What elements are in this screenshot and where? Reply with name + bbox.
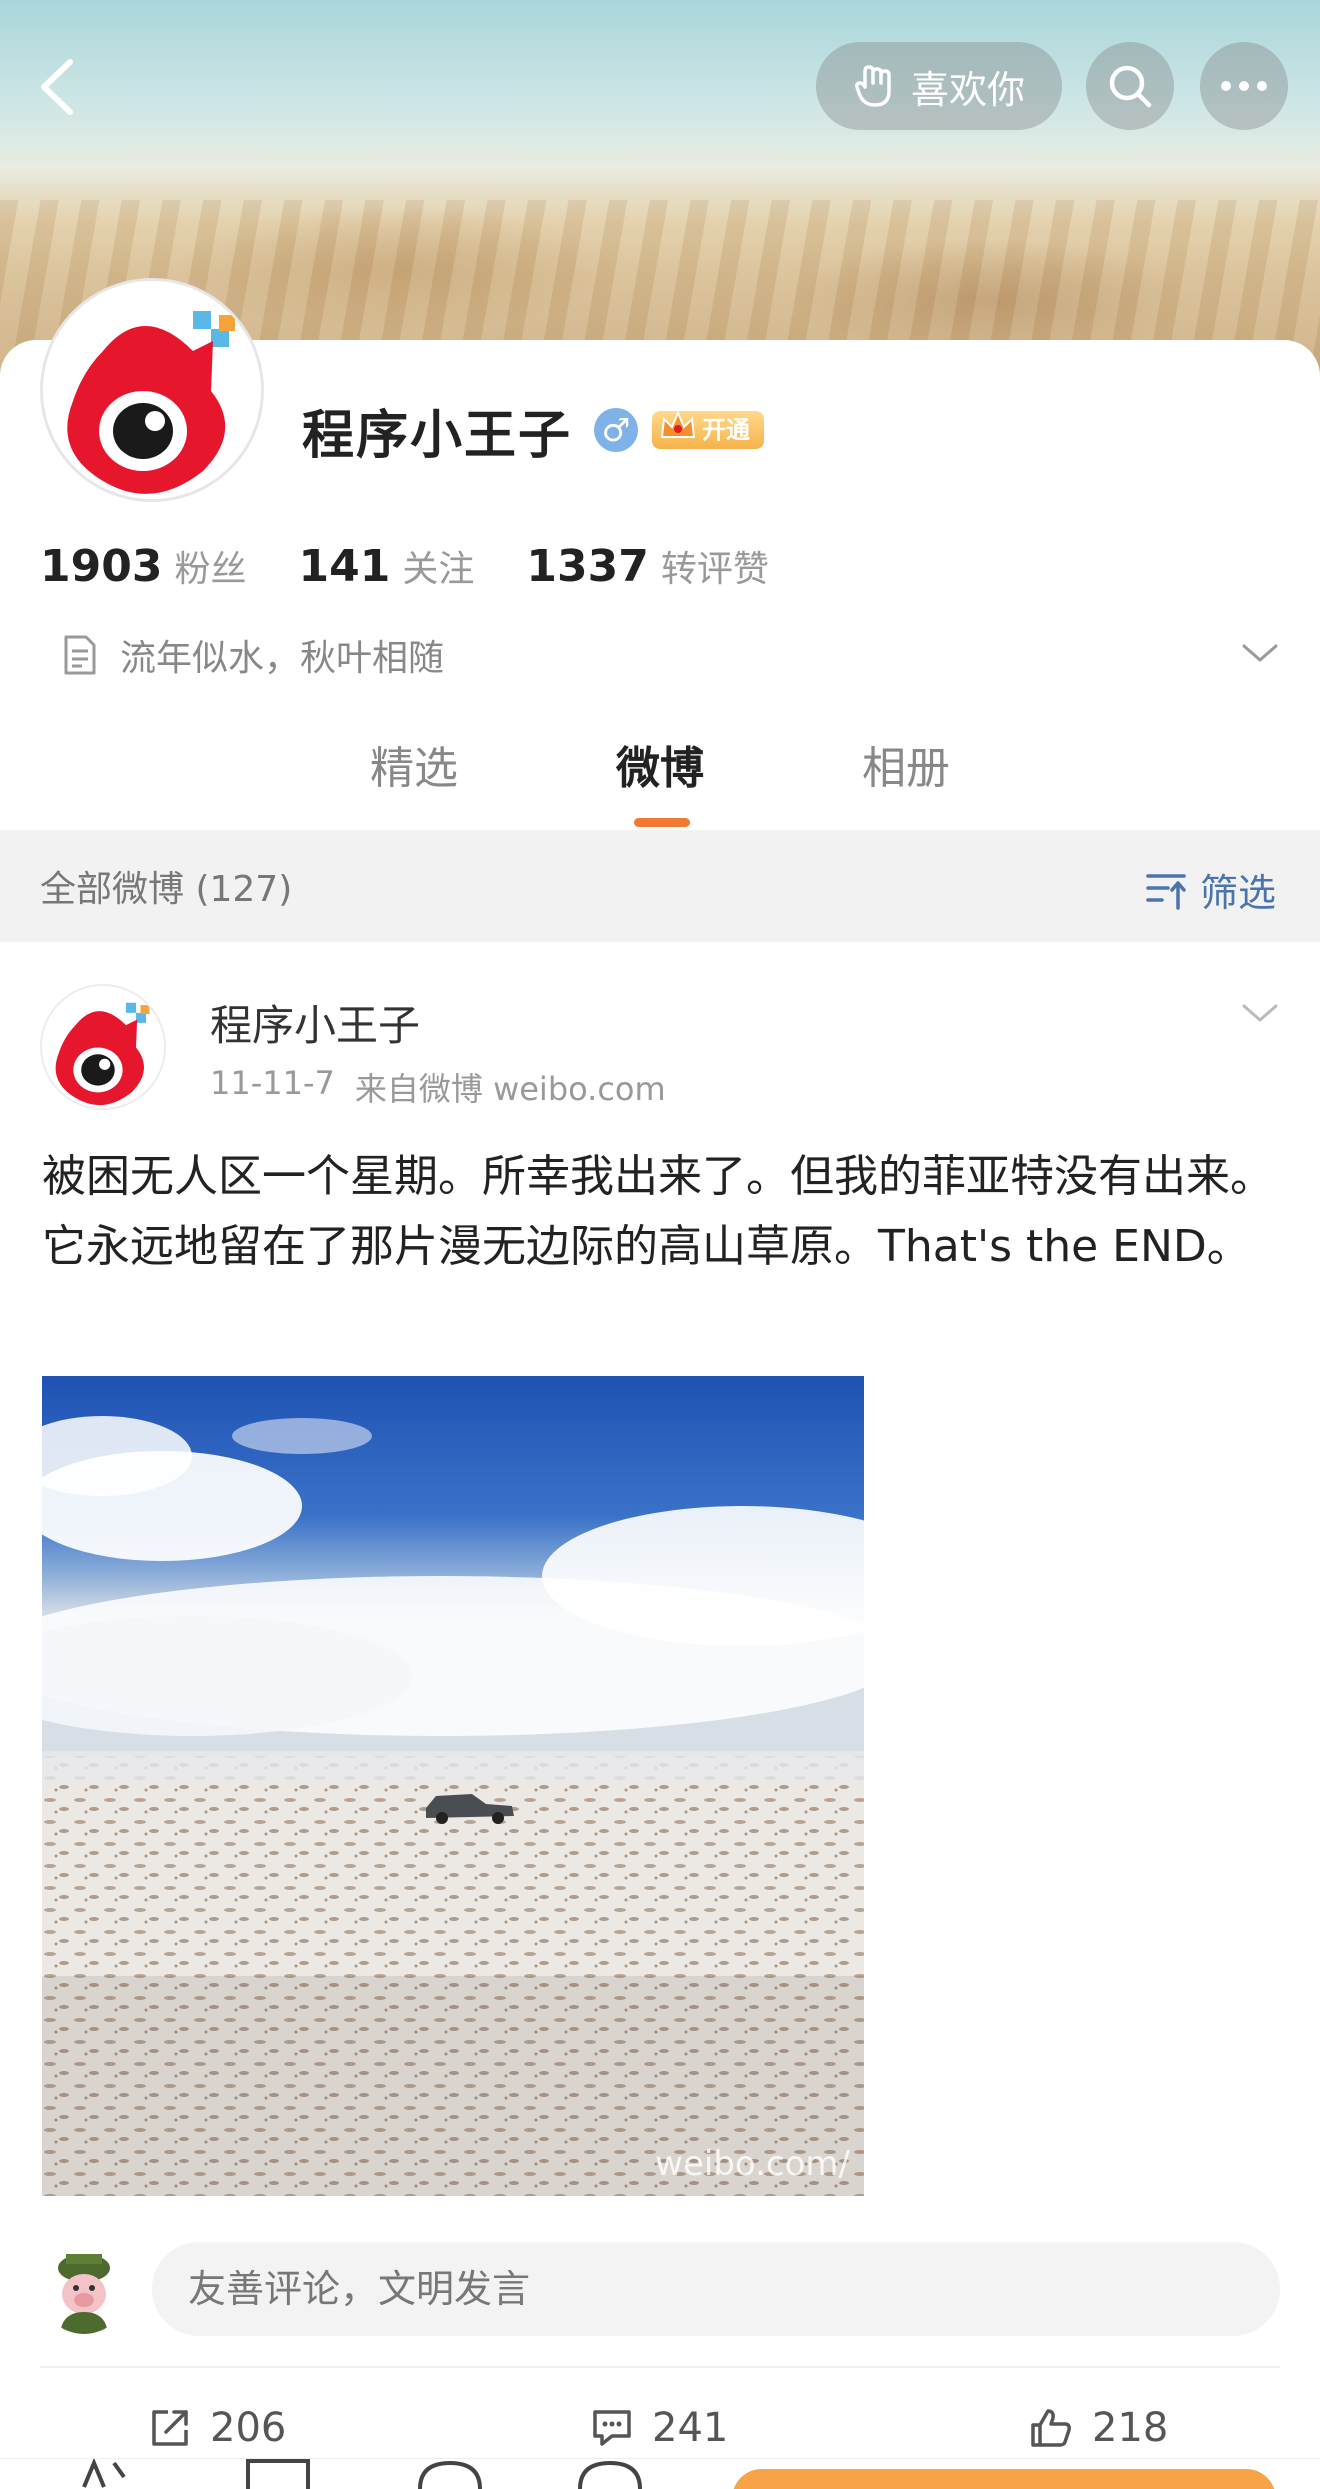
stat-value: 1337 [526, 541, 649, 592]
stat-label: 关注 [402, 549, 475, 590]
weibo-post: 程序小王子 11-11-7 来自微博 weibo.com 被困无人区一个星期。所… [0, 942, 1320, 2488]
vip-open-label: 开通 [702, 416, 751, 444]
all-posts-count: 全部微博 (127) [40, 869, 293, 910]
chevron-down-icon[interactable] [1240, 998, 1280, 1028]
profile-name-row: 程序小王子 ♂ 开通 [302, 390, 765, 470]
stat-followers[interactable]: 1903 粉丝 [40, 540, 246, 592]
toolbar-icons-partial [82, 2459, 642, 2489]
tab-featured[interactable]: 精选 [370, 732, 458, 796]
profile-avatar[interactable] [40, 278, 264, 502]
comment-row: 友善评论，文明发言 [40, 2242, 1280, 2336]
stat-value: 1903 [40, 541, 163, 592]
post-author-name[interactable]: 程序小王子 [210, 992, 420, 1053]
search-button[interactable] [1086, 42, 1174, 130]
profile-tabs: 精选 微博 相册 [0, 712, 1320, 830]
like-button[interactable]: 218 [1028, 2388, 1168, 2468]
post-meta: 11-11-7 来自微博 weibo.com [210, 1064, 666, 1110]
active-tab-indicator [634, 818, 690, 827]
search-icon [1109, 65, 1152, 108]
like-you-label: 喜欢你 [910, 67, 1025, 112]
ellipsis-icon [1221, 81, 1267, 91]
repost-count: 206 [210, 2405, 287, 2451]
divider [40, 2366, 1280, 2368]
chevron-left-icon [41, 59, 73, 115]
stat-following[interactable]: 141 关注 [298, 540, 474, 592]
comment-input[interactable]: 友善评论，文明发言 [152, 2242, 1280, 2336]
male-icon: ♂ [594, 408, 639, 452]
stat-label: 转评赞 [660, 549, 769, 590]
like-count: 218 [1092, 2405, 1169, 2451]
bio-row[interactable]: 流年似水，秋叶相随 [60, 620, 1280, 690]
commenter-avatar[interactable] [40, 2246, 128, 2334]
filter-button[interactable]: 筛选 [1144, 862, 1276, 917]
filter-label: 筛选 [1199, 871, 1276, 915]
comment-button[interactable]: 241 [590, 2388, 728, 2468]
stat-label: 粉丝 [174, 549, 247, 590]
more-button[interactable] [1200, 42, 1288, 130]
post-date: 11-11-7 [210, 1064, 335, 1102]
share-icon [152, 2410, 188, 2446]
vip-open-badge[interactable]: 开通 [652, 410, 765, 449]
filter-icon [1146, 873, 1186, 910]
photo-watermark: weibo.com/ [655, 2144, 850, 2184]
weibo-logo-icon [42, 986, 164, 1108]
post-text: 被困无人区一个星期。所幸我出来了。但我的菲亚特没有出来。它永远地留在了那片漫无边… [42, 1151, 1274, 1272]
tab-album[interactable]: 相册 [862, 732, 950, 796]
stat-interactions[interactable]: 1337 转评赞 [526, 540, 768, 592]
crown-icon [660, 410, 696, 438]
stat-value: 141 [298, 541, 391, 592]
post-photo[interactable]: weibo.com/ [42, 1376, 864, 2196]
post-source: 来自微博 weibo.com [354, 1070, 666, 1108]
weibo-logo-icon [43, 281, 261, 499]
profile-stats: 1903 粉丝 141 关注 1337 转评赞 [40, 540, 821, 592]
tab-weibo[interactable]: 微博 [616, 732, 704, 796]
bottom-toolbar [0, 2458, 1320, 2489]
like-you-button[interactable]: 喜欢你 [816, 42, 1062, 130]
back-button[interactable] [28, 52, 88, 122]
hand-wave-icon [855, 65, 891, 107]
landscape-photo [42, 1376, 864, 2196]
profile-name: 程序小王子 [302, 405, 573, 466]
post-author-avatar[interactable] [40, 984, 166, 1110]
document-icon [64, 635, 96, 675]
follow-button[interactable] [732, 2469, 1276, 2489]
pig-soldier-avatar-icon [40, 2246, 128, 2334]
comment-icon [593, 2410, 631, 2446]
repost-button[interactable]: 206 [148, 2388, 286, 2468]
chevron-down-icon [1242, 644, 1278, 662]
comment-count: 241 [652, 2405, 729, 2451]
profile-card: 程序小王子 ♂ 开通 1903 粉丝 141 关注 1337 转评赞 流年似水，… [0, 278, 1320, 830]
post-actions: 206 241 218 [0, 2388, 1320, 2468]
thumbs-up-icon [1031, 2409, 1071, 2447]
bio-text: 流年似水，秋叶相随 [120, 638, 445, 679]
filter-bar: 全部微博 (127) 筛选 [0, 830, 1320, 942]
